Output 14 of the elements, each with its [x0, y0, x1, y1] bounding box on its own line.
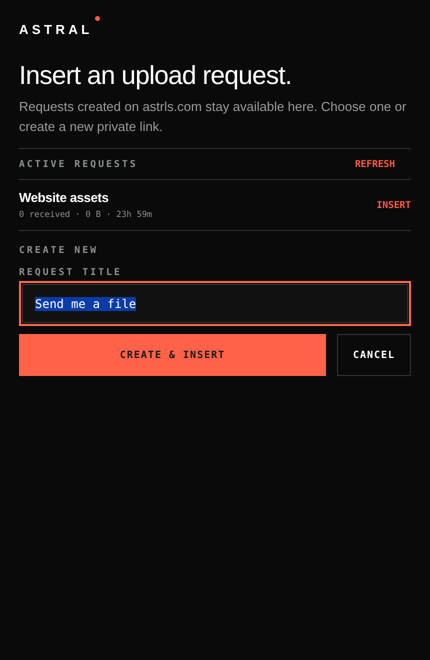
request-meta: 0 received · 0 B · 23h 59m: [19, 210, 152, 220]
create-button[interactable]: CREATE & INSERT: [19, 334, 326, 376]
insert-link[interactable]: INSERT: [376, 200, 411, 210]
field-label: REQUEST TITLE: [19, 267, 123, 278]
cancel-button[interactable]: CANCEL: [337, 334, 411, 376]
page-title: Insert an upload request.: [19, 60, 293, 91]
logo: ASTRAL: [19, 22, 93, 37]
section-heading: ACTIVE REQUESTS: [19, 159, 138, 170]
input-field[interactable]: Send me a file: [19, 281, 411, 326]
request-name: Website assets: [19, 190, 110, 205]
logo-dot-icon: [94, 16, 100, 21]
description: Requests created on astrls.com stay available here. Choose one or create a new private link.: [19, 98, 408, 136]
section-heading: CREATE NEW: [19, 245, 100, 256]
refresh-link[interactable]: REFRESH: [354, 159, 395, 170]
